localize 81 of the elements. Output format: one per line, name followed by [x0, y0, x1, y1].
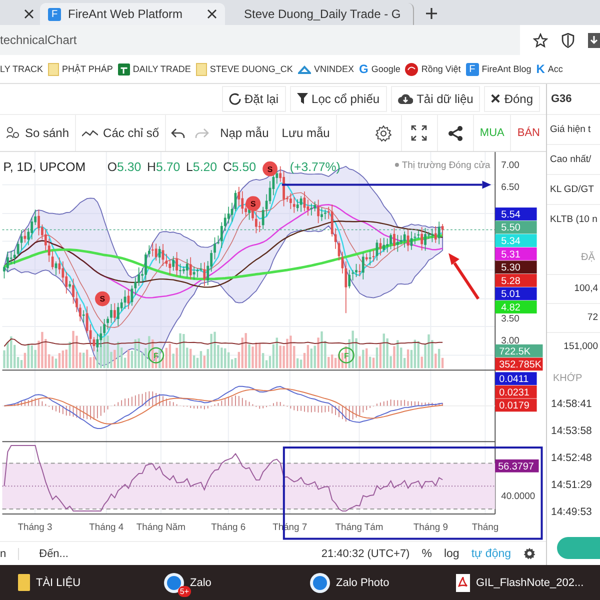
bookmark-link[interactable]: PHẬT PHÁP: [48, 62, 113, 76]
trade-time: 14:51:29: [550, 478, 593, 493]
signal-marker: F: [338, 348, 354, 364]
bookmark-link[interactable]: F FireAnt Blog: [466, 62, 532, 76]
price-tag: 4.82: [495, 301, 537, 314]
bookmark-link[interactable]: DAILY TRADE: [118, 62, 191, 76]
market-status: Thị trường Đóng cửa: [402, 159, 490, 170]
time-label: 21:40:32 (UTC+7): [321, 548, 410, 560]
price-tag: 5.31: [495, 248, 537, 261]
order-value: 100,4: [547, 274, 600, 303]
bookmark-link[interactable]: K Acc: [536, 62, 563, 76]
log-toggle[interactable]: log: [444, 548, 460, 560]
taskbar-item[interactable]: GIL_FlashNote_202...: [438, 566, 584, 599]
info-label: Cao nhất/: [547, 144, 600, 174]
price-tag: 5.28: [495, 274, 537, 288]
taskbar-item[interactable]: TÀI LIỆU: [0, 566, 146, 599]
ohlc-values: O5.30 H5.70 L5.20 C5.50: [107, 160, 256, 174]
range-start-label[interactable]: n: [0, 548, 6, 560]
month-label: Tháng 6: [211, 521, 246, 532]
month-label: Tháng 3: [18, 521, 52, 532]
tab-title: Steve Duong_Daily Trade - G: [244, 7, 401, 21]
taskbar-item[interactable]: 5+ Zalo: [146, 566, 292, 599]
price-tick: 3.00: [501, 334, 520, 346]
price-tag: 5.01: [495, 288, 537, 301]
bookmark-link[interactable]: Rồng Việt: [405, 62, 461, 76]
bookmark-link[interactable]: G Google: [358, 62, 400, 76]
rsi-tag: 56.3797: [495, 460, 539, 473]
volume-tag: 352.785K: [495, 358, 543, 372]
sell-signal-marker: S: [246, 196, 261, 212]
info-label: KLTB (10 n: [547, 204, 600, 234]
price-tag: 5.50: [495, 221, 537, 234]
address-field[interactable]: technicalChart: [0, 25, 520, 55]
bookmark-favicon: F: [466, 62, 479, 76]
month-label: Tháng: [472, 521, 499, 532]
bookmark-link[interactable]: STEVE DUONG_CK: [196, 62, 293, 76]
sell-signal-marker: S: [95, 292, 110, 307]
column-header: ĐẶ: [580, 250, 596, 265]
browser-tab[interactable]: F FireAnt Web Platform: [40, 3, 225, 25]
price-tag: 5.54: [495, 208, 537, 221]
price-tick: 7.00: [501, 159, 520, 170]
volume-tag: 722.5K: [495, 344, 543, 358]
price-change: (+3.77%): [290, 160, 340, 174]
month-label: Tháng 4: [89, 521, 124, 532]
macd-tag: 0.0179: [495, 399, 537, 412]
price-tag: 5.34: [495, 234, 537, 248]
tab-favicon: F: [48, 8, 61, 20]
trade-time: 14:58:41: [550, 397, 593, 412]
order-value: 72: [547, 303, 600, 332]
signal-marker: F: [148, 348, 164, 364]
month-label: Tháng Tám: [335, 521, 384, 532]
symbol-label: G36: [550, 92, 573, 107]
bookmark-link[interactable]: LY TRACK: [0, 64, 44, 74]
bookmark-link[interactable]: VNINDEX: [298, 64, 354, 74]
bookmark-favicon: K: [536, 62, 545, 76]
price-tick: 6.50: [501, 181, 520, 192]
trade-time: 14:49:53: [550, 505, 593, 520]
section-header: KHỚP: [552, 371, 584, 386]
toolbar-button[interactable]: Tải dữ liệu: [390, 86, 480, 112]
trade-time: 14:52:48: [550, 451, 593, 466]
info-label: KL GD/GT: [547, 174, 600, 204]
toolbar-button[interactable]: Lọc cổ phiếu: [290, 86, 387, 112]
macd-tag: 0.0411: [495, 372, 537, 386]
percent-toggle[interactable]: %: [422, 548, 432, 560]
month-label: Tháng Năm: [136, 521, 186, 532]
month-label: Tháng 9: [413, 521, 448, 532]
rsi-tick: 40.0000: [501, 490, 536, 502]
tab-title: FireAnt Web Platform: [68, 7, 184, 21]
bookmark-favicon: G: [358, 62, 368, 76]
toolbar-button[interactable]: Đặt lại: [222, 86, 286, 112]
info-label: Giá hiện t: [547, 114, 600, 144]
chart-symbol: P, 1D, UPCOM: [3, 160, 86, 174]
taskbar-item[interactable]: Zalo Photo: [292, 566, 438, 599]
toolbar-button[interactable]: Đóng: [484, 86, 540, 112]
order-value: 151,000: [547, 332, 600, 361]
notification-badge: 5+: [178, 586, 191, 596]
price-tag: 5.30: [495, 261, 537, 274]
price-tick: 3.50: [501, 312, 520, 324]
trade-time: 14:53:58: [550, 424, 593, 439]
sell-signal-marker: S: [262, 162, 278, 177]
range-end-button[interactable]: Đến...: [18, 548, 68, 560]
macd-tag: 0.0231: [495, 386, 537, 399]
